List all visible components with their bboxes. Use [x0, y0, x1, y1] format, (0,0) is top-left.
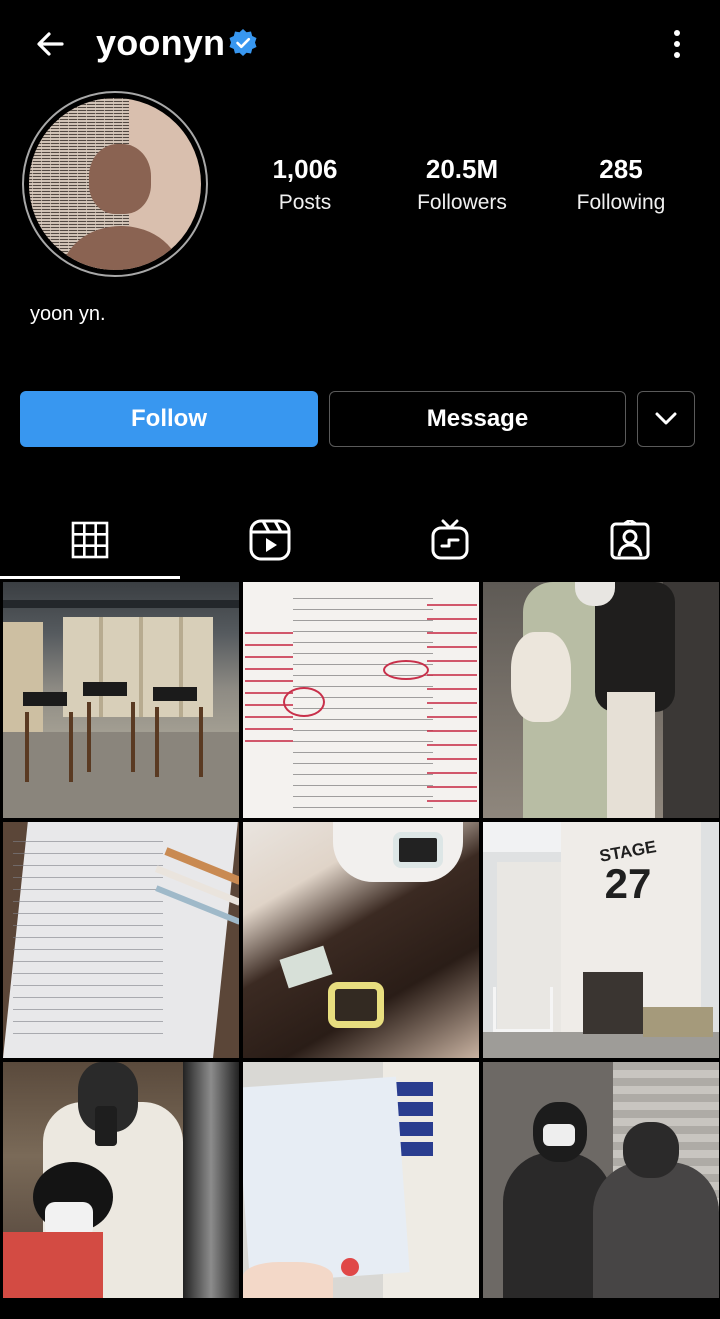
post-thumbnail-8[interactable] [243, 1062, 479, 1298]
profile-display-name: yoon yn. [30, 303, 106, 325]
profile-stats: 1,006 Posts 20.5M Followers 285 Followin… [240, 152, 700, 232]
avatar-head-silhouette [89, 144, 151, 214]
profile-avatar[interactable] [22, 91, 208, 277]
post-thumbnail-1[interactable] [3, 582, 239, 818]
tab-reels[interactable] [180, 500, 360, 580]
verified-badge-icon [229, 29, 257, 56]
profile-header: yoonyn [0, 0, 720, 88]
post-thumbnail-2[interactable] [243, 582, 479, 818]
stat-following-value: 285 [599, 154, 643, 184]
igtv-icon [431, 519, 469, 560]
more-options-button[interactable] [660, 24, 694, 64]
post-thumbnail-9[interactable] [483, 1062, 719, 1298]
stat-posts-value: 1,006 [272, 154, 338, 184]
tab-tagged[interactable] [540, 500, 720, 580]
chevron-down-icon [655, 412, 677, 425]
more-vertical-icon [674, 30, 680, 58]
back-button[interactable] [30, 24, 70, 64]
stage-sign-number: 27 [604, 860, 652, 907]
stat-followers-value: 20.5M [425, 154, 499, 184]
reels-icon [249, 519, 291, 561]
post-thumbnail-6[interactable]: STAGE 27 [483, 822, 719, 1058]
stat-following[interactable]: 285 Following [546, 152, 696, 220]
post-thumbnail-3[interactable] [483, 582, 719, 818]
tab-posts-grid[interactable] [0, 500, 180, 580]
profile-tabs [0, 500, 720, 580]
post-thumbnail-4[interactable] [3, 822, 239, 1058]
tab-igtv[interactable] [360, 500, 540, 580]
post-thumbnail-7[interactable] [3, 1062, 239, 1298]
avatar-image [29, 98, 201, 270]
message-button[interactable]: Message [329, 391, 626, 447]
tagged-icon [610, 520, 650, 560]
stat-posts-label: Posts [278, 191, 332, 214]
active-tab-indicator [0, 576, 180, 579]
arrow-left-icon [37, 32, 64, 56]
stat-posts[interactable]: 1,006 Posts [230, 152, 380, 220]
post-thumbnail-5[interactable] [243, 822, 479, 1058]
follow-button[interactable]: Follow [20, 391, 318, 447]
stat-followers[interactable]: 20.5M Followers [387, 152, 537, 220]
grid-icon [71, 521, 109, 559]
profile-username: yoonyn [96, 22, 226, 63]
suggested-accounts-button[interactable] [637, 391, 695, 447]
stat-following-label: Following [576, 191, 666, 214]
stat-followers-label: Followers [417, 191, 507, 214]
